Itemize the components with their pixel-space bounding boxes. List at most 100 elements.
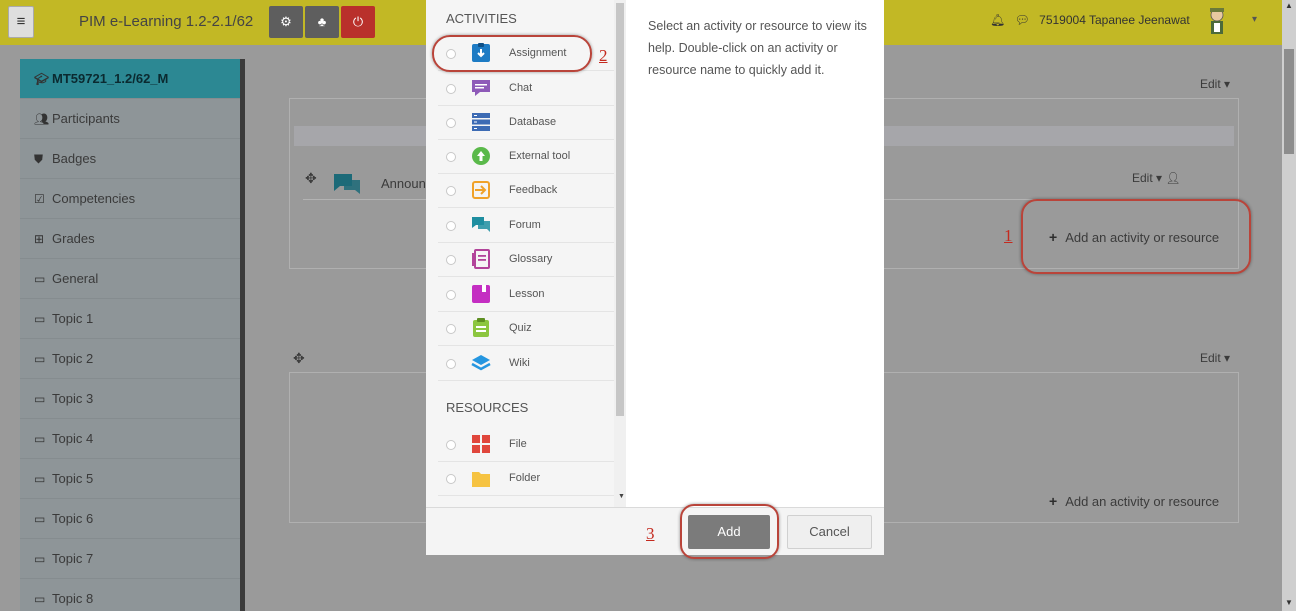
sidebar-item-topic-1[interactable]: ▭ Topic 1 [20, 299, 240, 339]
option-label: Folder [509, 472, 541, 484]
lesson-icon [472, 285, 490, 303]
sidebar-item-label: Participants [52, 111, 120, 126]
power-icon: ⏻ [352, 14, 364, 29]
option-forum[interactable]: Forum [438, 209, 618, 243]
course-navigation-drawer: 🎓︎ MT59721_1.2/62_M 👥︎ Participants ⛊ Badge… [20, 59, 240, 611]
option-file[interactable]: File [438, 428, 618, 462]
sidebar-item-grades[interactable]: ⊞ Grades [20, 219, 240, 259]
avatar[interactable] [1205, 6, 1229, 36]
drawer-edge [240, 59, 245, 611]
folder-icon: ▭ [34, 552, 46, 566]
add-activity-link-section-2[interactable]: + Add an activity or resource [1049, 493, 1219, 509]
sidebar-item-label: MT59721_1.2/62_M [52, 71, 169, 86]
move-icon[interactable]: ✥ [293, 350, 305, 367]
option-lesson[interactable]: Lesson [438, 278, 618, 312]
option-database[interactable]: Database [438, 106, 618, 140]
radio-button[interactable] [446, 118, 456, 128]
sidebar-item-topic-8[interactable]: ▭ Topic 8 [20, 579, 240, 611]
option-wiki[interactable]: Wiki [438, 347, 618, 381]
option-glossary[interactable]: Glossary [438, 243, 618, 277]
option-label: Glossary [509, 253, 553, 265]
option-label: Wiki [509, 357, 530, 369]
radio-button[interactable] [446, 474, 456, 484]
radio-button[interactable] [446, 324, 456, 334]
speech-bubble-icon[interactable]: 💬︎ [1015, 13, 1030, 27]
option-label: Quiz [509, 322, 532, 334]
section-2-edit-menu[interactable]: Edit ▾ [1200, 351, 1230, 365]
shield-icon: ⛊ [34, 152, 44, 166]
radio-button[interactable] [446, 290, 456, 300]
folder-icon: ▭ [34, 592, 46, 606]
option-label: External tool [509, 150, 571, 162]
scroll-up-arrow-icon[interactable]: ▲ [1285, 1, 1293, 10]
site-structure-button[interactable]: ♣ [305, 6, 339, 38]
sidebar-item-general[interactable]: ▭ General [20, 259, 240, 299]
sidebar-item-topic-5[interactable]: ▭ Topic 5 [20, 459, 240, 499]
sidebar-item-competencies[interactable]: ☑ Competencies [20, 179, 240, 219]
admin-settings-button[interactable]: ⚙ [269, 6, 303, 38]
wiki-icon [471, 355, 491, 371]
highlight-step-1 [1021, 199, 1251, 274]
sidebar-item-label: Topic 3 [52, 391, 94, 406]
folder-icon: ▭ [34, 512, 46, 526]
option-quiz[interactable]: Quiz [438, 312, 618, 346]
resources-group-title: RESOURCES [446, 400, 529, 415]
option-label: File [509, 438, 527, 450]
radio-button[interactable] [446, 152, 456, 162]
sidebar-item-topic-4[interactable]: ▭ Topic 4 [20, 419, 240, 459]
announcement-edit-menu[interactable]: Edit ▾ 👤︎ [1132, 171, 1181, 185]
move-icon[interactable]: ✥ [305, 170, 317, 187]
announcements-forum-link[interactable]: Announ [381, 176, 426, 191]
announcement-edit-label: Edit ▾ [1132, 171, 1163, 185]
user-menu[interactable]: 🔔︎ 💬︎ 7519004 Tapanee Jeenawat [990, 13, 1196, 27]
options-scrollbar-thumb[interactable] [616, 3, 624, 416]
radio-button[interactable] [446, 440, 456, 450]
sidebar-item-label: Topic 7 [52, 551, 94, 566]
scroll-down-arrow-icon[interactable]: ▼ [618, 493, 625, 500]
folder-icon: ▭ [34, 392, 46, 406]
table-icon: ⊞ [34, 232, 45, 246]
radio-button[interactable] [446, 186, 456, 196]
sidebar-item-label: Topic 8 [52, 591, 94, 606]
sidebar-item-label: Badges [52, 151, 97, 166]
file-icon [472, 435, 490, 453]
option-label: Forum [509, 219, 541, 231]
folder-icon: ▭ [34, 472, 46, 486]
section-1-edit-menu[interactable]: Edit ▾ [1200, 77, 1230, 91]
radio-button[interactable] [446, 221, 456, 231]
sidebar-item-label: Grades [52, 231, 95, 246]
scroll-down-arrow-icon[interactable]: ▼ [1285, 598, 1293, 607]
sidebar-item-course-home[interactable]: 🎓︎ MT59721_1.2/62_M [20, 59, 240, 99]
sidebar-item-topic-6[interactable]: ▭ Topic 6 [20, 499, 240, 539]
folder-icon: ▭ [34, 272, 46, 286]
sidebar-item-badges[interactable]: ⛊ Badges [20, 139, 240, 179]
user-name[interactable]: 7519004 Tapanee Jeenawat [1039, 13, 1190, 27]
users-icon: 👥︎ [34, 112, 50, 126]
sidebar-item-participants[interactable]: 👥︎ Participants [20, 99, 240, 139]
cancel-button[interactable]: Cancel [787, 515, 872, 549]
sidebar-item-topic-3[interactable]: ▭ Topic 3 [20, 379, 240, 419]
hamburger-menu-button[interactable]: ≡ [8, 6, 34, 38]
option-folder[interactable]: Folder [438, 462, 618, 496]
site-title[interactable]: PIM e-Learning 1.2-2.1/62 [79, 13, 253, 30]
glossary-icon [472, 249, 490, 269]
option-label: Chat [509, 82, 533, 94]
forum-icon [334, 174, 360, 194]
sidebar-item-topic-2[interactable]: ▭ Topic 2 [20, 339, 240, 379]
bell-icon[interactable]: 🔔︎ [990, 13, 1005, 27]
user-menu-chevron-down-icon[interactable]: ▾ [1252, 14, 1257, 25]
option-chat[interactable]: Chat [438, 72, 618, 106]
sidebar-item-label: General [52, 271, 99, 286]
sidebar-item-label: Topic 2 [52, 351, 94, 366]
database-icon [472, 113, 490, 131]
plus-icon: + [1049, 493, 1058, 509]
logout-button[interactable]: ⏻ [341, 6, 375, 38]
option-label: Database [509, 116, 557, 128]
option-feedback[interactable]: Feedback [438, 174, 618, 208]
sidebar-item-topic-7[interactable]: ▭ Topic 7 [20, 539, 240, 579]
radio-button[interactable] [446, 84, 456, 94]
radio-button[interactable] [446, 359, 456, 369]
radio-button[interactable] [446, 255, 456, 265]
option-external-tool[interactable]: External tool [438, 140, 618, 174]
page-scrollbar-thumb[interactable] [1284, 49, 1294, 154]
